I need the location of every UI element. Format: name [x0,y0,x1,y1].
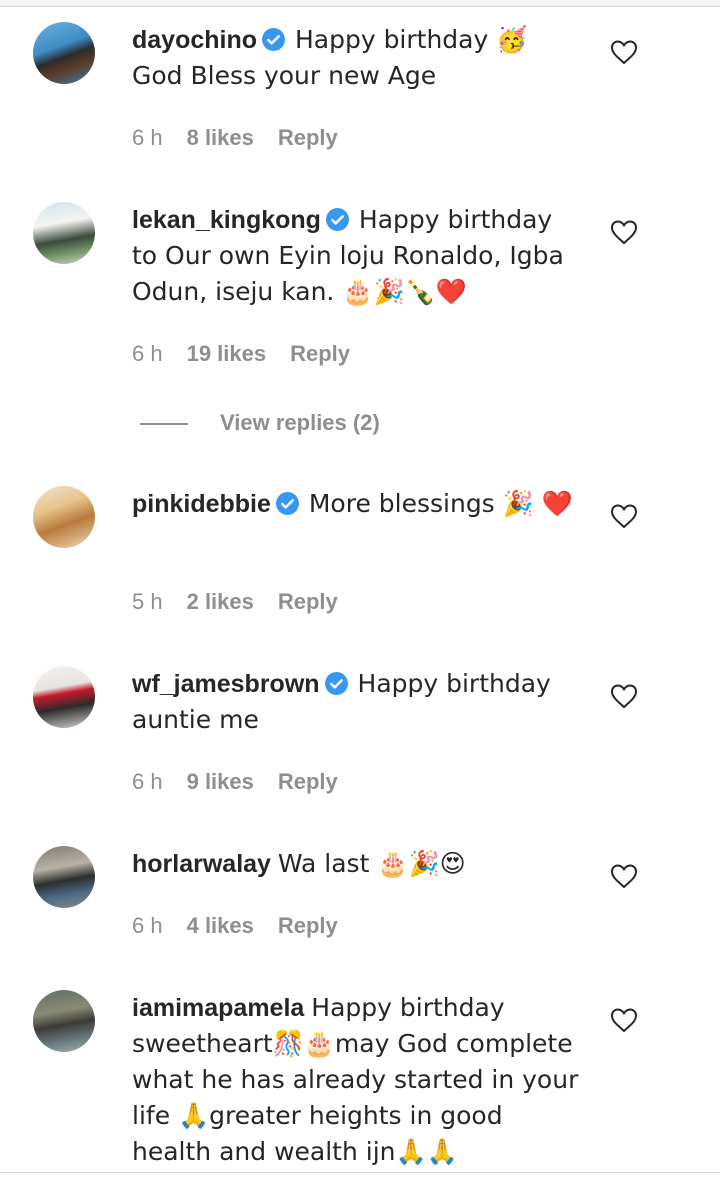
comment-time: 6 h [132,913,163,938]
heart-outline-icon[interactable] [610,683,638,709]
heart-outline-icon[interactable] [610,1007,638,1033]
comment-text: Wa last 🎂🎉😍 [277,849,466,878]
heart-outline-icon[interactable] [610,39,638,65]
likes-count[interactable]: 19 likes [187,339,267,369]
replies-divider [140,423,188,426]
comment-username[interactable]: lekan_kingkong [132,206,321,234]
verified-badge-icon [275,492,299,515]
comment-meta: 6 h 8 likes Reply [132,123,338,153]
view-replies-button[interactable]: View replies (2) [140,407,380,439]
avatar[interactable] [33,486,95,548]
comment-time: 5 h [132,589,163,614]
avatar[interactable] [33,846,95,908]
likes-count[interactable]: 8 likes [187,123,254,153]
comment-meta: 6 h 9 likes Reply [132,767,338,797]
reply-button[interactable]: Reply [278,767,338,797]
likes-count[interactable]: 4 likes [187,911,254,941]
verified-badge-icon [325,208,349,231]
reply-button[interactable]: Reply [278,911,338,941]
comment-username[interactable]: pinkidebbie [132,490,271,518]
avatar[interactable] [33,202,95,264]
comment-time: 6 h [132,341,163,366]
comment-meta: 6 h 19 likes Reply [132,339,350,369]
verified-badge-icon [324,672,348,695]
bottom-divider [0,1172,720,1173]
comment-time: 6 h [132,769,163,794]
top-divider [0,0,720,7]
view-replies-label: View replies (2) [220,410,380,435]
comment-meta: 5 h 2 likes Reply [132,587,338,617]
avatar[interactable] [33,666,95,728]
avatar[interactable] [33,990,95,1052]
reply-button[interactable]: Reply [278,587,338,617]
comment-text: More blessings 🎉 ❤️ [308,489,573,518]
comment-meta: 6 h 4 likes Reply [132,911,338,941]
avatar[interactable] [33,22,95,84]
likes-count[interactable]: 2 likes [187,587,254,617]
heart-outline-icon[interactable] [610,219,638,245]
verified-badge-icon [262,28,285,51]
comment-username[interactable]: iamimapamela [132,994,304,1022]
comment-time: 6 h [132,125,163,150]
comment-username[interactable]: dayochino [132,26,257,54]
comment-username[interactable]: wf_jamesbrown [132,670,320,698]
reply-button[interactable]: Reply [278,123,338,153]
reply-button[interactable]: Reply [290,339,350,369]
comment-username[interactable]: horlarwalay [132,850,271,878]
likes-count[interactable]: 9 likes [187,767,254,797]
heart-outline-icon[interactable] [610,503,638,529]
heart-outline-icon[interactable] [610,863,638,889]
